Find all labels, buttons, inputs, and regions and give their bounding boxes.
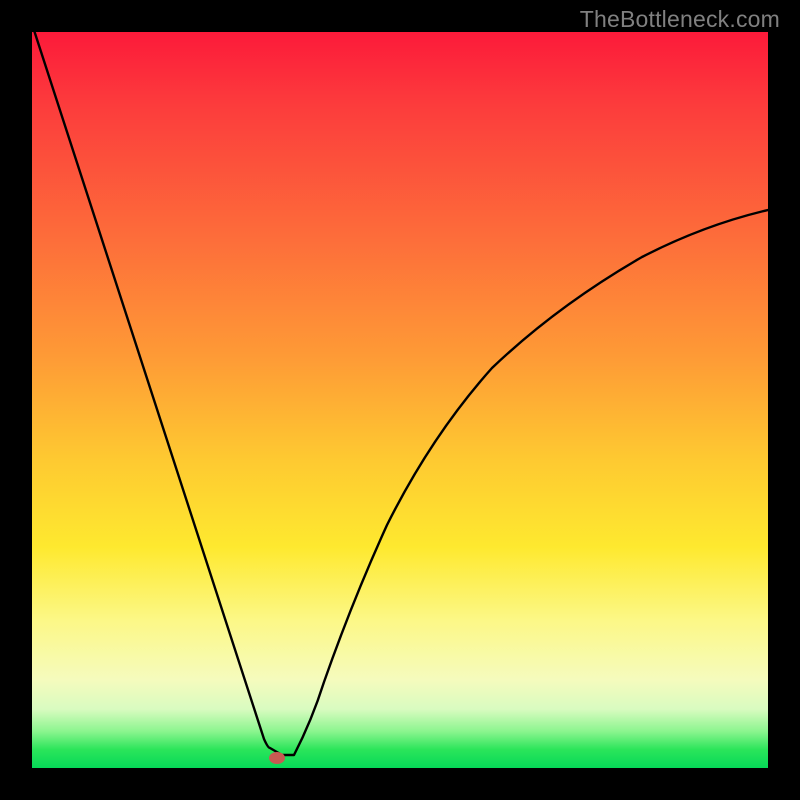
watermark-text: TheBottleneck.com xyxy=(580,6,780,33)
chart-frame: TheBottleneck.com xyxy=(0,0,800,800)
bottleneck-curve xyxy=(32,32,768,755)
curve-layer xyxy=(32,32,768,768)
optimum-dot xyxy=(269,752,285,764)
plot-area xyxy=(32,32,768,768)
